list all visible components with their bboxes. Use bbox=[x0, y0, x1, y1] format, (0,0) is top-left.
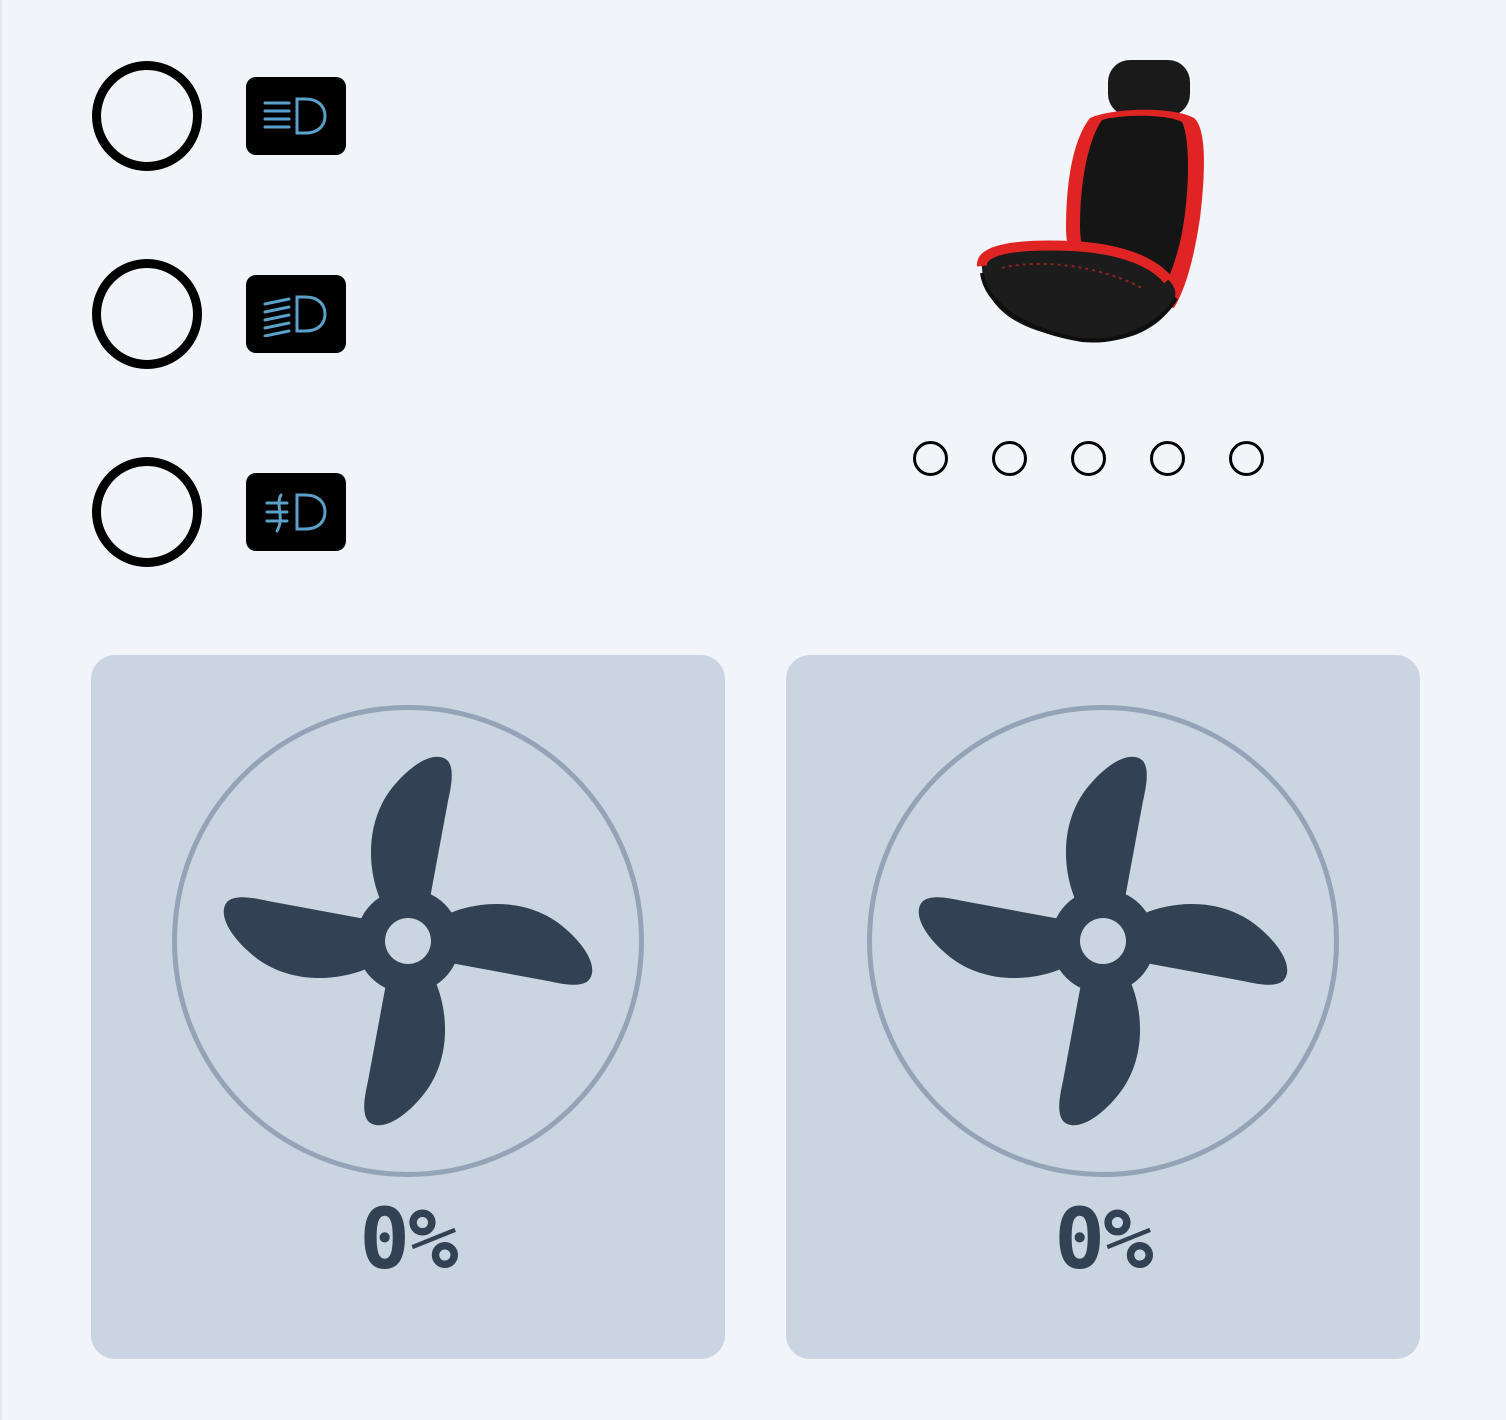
seat-level-2-dot[interactable] bbox=[992, 441, 1027, 476]
high-beam-toggle[interactable] bbox=[92, 259, 202, 369]
low-beam-headlight-icon bbox=[246, 77, 346, 155]
low-beam-toggle[interactable] bbox=[92, 61, 202, 171]
seat-level-1-dot[interactable] bbox=[913, 441, 948, 476]
fan-icon bbox=[223, 756, 593, 1126]
fan-card-left[interactable]: 0% bbox=[91, 655, 725, 1359]
fan-icon bbox=[918, 756, 1288, 1126]
low-beam-row bbox=[92, 61, 346, 171]
fan-speed-value: 0% bbox=[1054, 1190, 1153, 1288]
fan-card-right[interactable]: 0% bbox=[786, 655, 1420, 1359]
fog-light-toggle[interactable] bbox=[92, 457, 202, 567]
fog-light-icon bbox=[246, 473, 346, 551]
fan-speed-value: 0% bbox=[359, 1190, 458, 1288]
high-beam-headlight-icon bbox=[246, 275, 346, 353]
vehicle-controls-panel: 0% 0% bbox=[0, 0, 1506, 1420]
seat-level-5-dot[interactable] bbox=[1229, 441, 1264, 476]
seat-level-3-dot[interactable] bbox=[1071, 441, 1106, 476]
seat-level-selector bbox=[913, 441, 1264, 476]
high-beam-row bbox=[92, 259, 346, 369]
car-seat-icon bbox=[962, 58, 1212, 348]
seat-level-4-dot[interactable] bbox=[1150, 441, 1185, 476]
fog-light-row bbox=[92, 457, 346, 567]
